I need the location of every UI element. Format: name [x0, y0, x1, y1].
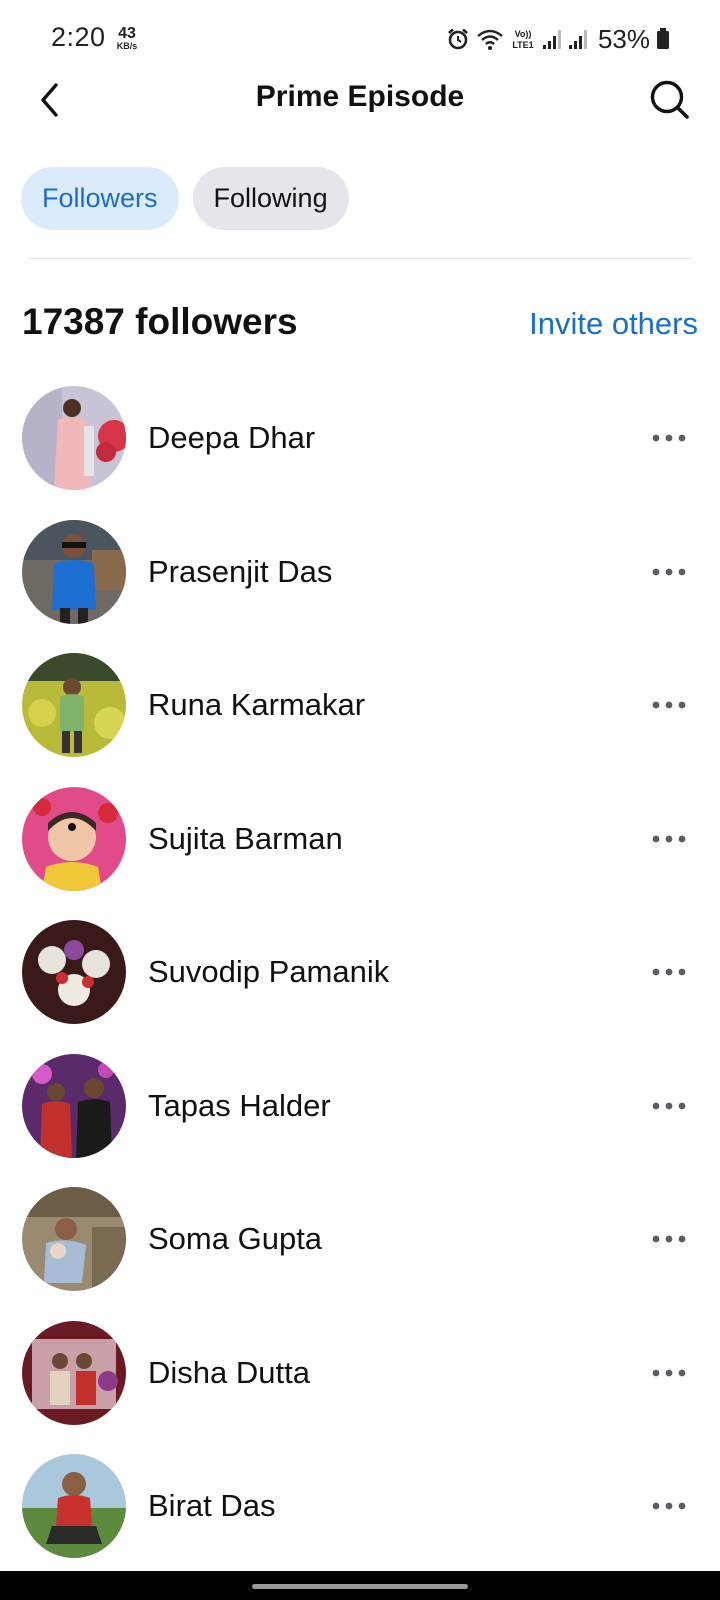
- avatar[interactable]: [22, 653, 126, 757]
- system-navigation-bar: [0, 1571, 720, 1600]
- avatar[interactable]: [22, 1053, 126, 1158]
- avatar[interactable]: [22, 386, 126, 490]
- followers-screen: 2:20 43 KB/s Vo)) LTE1 53% Prime Episode…: [0, 0, 720, 1600]
- signal-icon-sim2: [568, 27, 588, 51]
- more-options-button[interactable]: [642, 1490, 696, 1522]
- follower-name[interactable]: Sujita Barman: [148, 821, 343, 857]
- avatar[interactable]: [22, 1320, 126, 1425]
- home-indicator[interactable]: [252, 1584, 468, 1589]
- more-options-button[interactable]: [642, 823, 696, 855]
- avatar[interactable]: [22, 1187, 126, 1291]
- follower-name[interactable]: Deepa Dhar: [148, 420, 315, 456]
- follower-name[interactable]: Runa Karmakar: [148, 687, 365, 723]
- list-item[interactable]: Disha Dutta: [0, 1320, 720, 1455]
- battery-percentage: 53%: [597, 23, 650, 54]
- list-item[interactable]: Tapas Halder: [0, 1053, 720, 1188]
- list-item[interactable]: Deepa Dhar: [0, 386, 720, 520]
- follow-tabs: Followers Following: [21, 167, 349, 230]
- more-horizontal-icon: [652, 1369, 686, 1376]
- search-button[interactable]: [646, 76, 694, 124]
- network-speed-value: 43: [118, 25, 136, 42]
- followers-count: 17387 followers: [22, 301, 298, 342]
- list-item[interactable]: Soma Gupta: [0, 1187, 720, 1321]
- list-item[interactable]: Suvodip Pamanik: [0, 920, 720, 1054]
- more-options-button[interactable]: [642, 689, 696, 721]
- more-options-button[interactable]: [642, 556, 696, 588]
- tab-following[interactable]: Following: [192, 167, 349, 230]
- more-horizontal-icon: [652, 1502, 686, 1510]
- follower-name[interactable]: Tapas Halder: [148, 1088, 331, 1124]
- svg-text:Vo)): Vo)): [515, 29, 532, 39]
- more-horizontal-icon: [652, 968, 686, 976]
- invite-others-link[interactable]: Invite others: [529, 306, 698, 342]
- status-icons: Vo)) LTE1 53%: [446, 22, 670, 56]
- followers-list: Deepa Dhar Prasenjit Das Runa Karmakar S…: [0, 386, 720, 1588]
- follower-name[interactable]: Suvodip Pamanik: [148, 954, 389, 990]
- search-icon: [650, 80, 689, 119]
- list-item[interactable]: Birat Das: [0, 1454, 720, 1588]
- more-horizontal-icon: [652, 568, 686, 575]
- tab-followers[interactable]: Followers: [21, 167, 179, 230]
- more-options-button[interactable]: [642, 422, 696, 454]
- more-horizontal-icon: [652, 1235, 686, 1243]
- more-horizontal-icon: [652, 434, 686, 442]
- more-options-button[interactable]: [642, 956, 696, 988]
- alarm-icon: [446, 27, 470, 51]
- avatar[interactable]: [22, 920, 126, 1024]
- more-horizontal-icon: [652, 1102, 686, 1109]
- follower-name[interactable]: Disha Dutta: [148, 1355, 310, 1391]
- network-speed-unit: KB/s: [116, 41, 138, 51]
- page-title: Prime Episode: [255, 80, 465, 113]
- more-horizontal-icon: [652, 835, 686, 842]
- list-item[interactable]: Prasenjit Das: [0, 519, 720, 654]
- svg-text:LTE1: LTE1: [512, 40, 533, 50]
- avatar[interactable]: [22, 786, 126, 891]
- divider: [28, 258, 692, 259]
- follower-name[interactable]: Birat Das: [148, 1488, 275, 1524]
- list-item[interactable]: Sujita Barman: [0, 786, 720, 921]
- avatar[interactable]: [22, 519, 126, 624]
- signal-icon-sim1: [542, 27, 562, 51]
- network-speed: 43 KB/s: [112, 26, 142, 51]
- more-options-button[interactable]: [642, 1223, 696, 1255]
- battery-icon: [656, 27, 670, 51]
- more-options-button[interactable]: [642, 1357, 696, 1389]
- more-horizontal-icon: [652, 701, 686, 709]
- status-bar: 2:20 43 KB/s Vo)) LTE1 53%: [0, 0, 720, 80]
- avatar[interactable]: [22, 1454, 126, 1558]
- follower-name[interactable]: Prasenjit Das: [148, 554, 332, 590]
- more-options-button[interactable]: [642, 1090, 696, 1122]
- volte-icon: Vo)) LTE1: [510, 27, 536, 51]
- follower-name[interactable]: Soma Gupta: [148, 1221, 322, 1257]
- top-app-bar: Prime Episode: [0, 70, 720, 130]
- wifi-icon: [476, 27, 504, 51]
- list-item[interactable]: Runa Karmakar: [0, 653, 720, 787]
- status-time: 2:20: [51, 22, 106, 52]
